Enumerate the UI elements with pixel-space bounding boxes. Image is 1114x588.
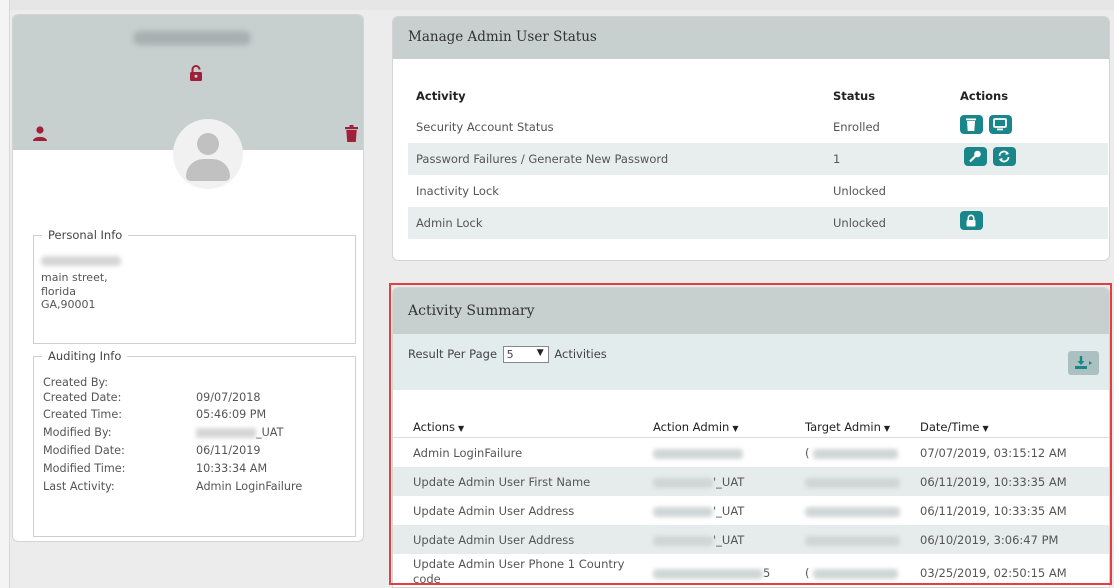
sort-datetime[interactable]: Date/Time ▼	[920, 420, 989, 434]
audit-created-time: Created Time: 05:46:09 PM	[43, 408, 267, 421]
address-line2: florida	[41, 284, 76, 298]
refresh-icon[interactable]	[993, 147, 1016, 166]
col-activity: Activity	[416, 89, 466, 103]
table-row: Update Admin User Phone 1 Country code 5…	[413, 557, 1067, 586]
audit-created-date: Created Date: 09/07/2018	[43, 391, 261, 404]
lock-icon[interactable]	[960, 211, 983, 230]
col-status: Status	[833, 89, 876, 103]
sort-target-admin[interactable]: Target Admin ▼	[805, 420, 890, 434]
trash-icon[interactable]	[345, 125, 358, 145]
audit-created-by: Created By:	[43, 376, 109, 389]
manage-row-security: Security Account Status Enrolled	[408, 111, 1108, 143]
col-actions: Actions	[960, 89, 1009, 103]
filter-bar: Result Per Page 5 ▼ Activities	[393, 334, 1109, 390]
unlock-icon[interactable]	[189, 65, 203, 84]
per-page-select[interactable]: 5 ▼	[502, 346, 549, 363]
chevron-down-icon: ▼	[536, 348, 544, 358]
user-icon[interactable]	[33, 126, 47, 144]
address-line3: GA,90001	[41, 298, 96, 311]
sort-action-admin[interactable]: Action Admin ▼	[653, 420, 738, 434]
top-edge	[0, 0, 1114, 10]
table-row: Admin LoginFailure ( 07/07/2019, 03:15:1…	[413, 446, 1067, 460]
avatar	[173, 119, 243, 189]
left-sidebar-edge	[0, 0, 10, 588]
download-icon	[1075, 356, 1092, 369]
table-row: Update Admin User Address '_UAT 06/10/20…	[393, 525, 1109, 554]
sort-actions[interactable]: Actions ▼	[413, 420, 464, 434]
audit-modified-time: Modified Time: 10:33:34 AM	[43, 462, 268, 475]
audit-modified-date: Modified Date: 06/11/2019	[43, 444, 261, 457]
key-icon[interactable]	[964, 147, 987, 166]
redacted-name	[41, 256, 121, 266]
manage-admin-status-panel: Manage Admin User Status Activity Status…	[392, 16, 1110, 261]
export-button[interactable]	[1068, 351, 1099, 375]
table-row: Update Admin User First Name '_UAT 06/11…	[393, 467, 1109, 496]
address: main street, florida GA,90001	[41, 271, 108, 312]
audit-last-activity: Last Activity: Admin LoginFailure	[43, 480, 303, 493]
manage-table-header: Activity Status Actions	[408, 80, 1108, 112]
table-row: Update Admin User Address '_UAT 06/11/20…	[413, 504, 1067, 518]
redacted-username	[133, 31, 251, 45]
activity-table-header: Actions ▼ Action Admin ▼ Target Admin ▼ Dat…	[393, 414, 1109, 438]
profile-card: Personal Info main street, florida GA,90…	[12, 14, 364, 542]
manage-row-inactivity: Inactivity Lock Unlocked	[416, 184, 886, 198]
panel-title: Activity Summary	[393, 288, 1109, 334]
manage-row-admin-lock: Admin Lock Unlocked	[408, 207, 1108, 239]
manage-row-password: Password Failures / Generate New Passwor…	[408, 143, 1108, 175]
redacted-modifier	[196, 428, 256, 438]
address-line1: main street,	[41, 271, 108, 284]
monitor-icon[interactable]	[989, 115, 1012, 134]
activity-summary-panel: Activity Summary Result Per Page 5 ▼ Acti…	[392, 287, 1110, 588]
results-per-page: Result Per Page 5 ▼ Activities	[408, 346, 607, 363]
trash-icon[interactable]	[960, 115, 983, 134]
panel-title: Manage Admin User Status	[393, 17, 1109, 59]
audit-modified-by: Modified By: _UAT	[43, 426, 284, 439]
